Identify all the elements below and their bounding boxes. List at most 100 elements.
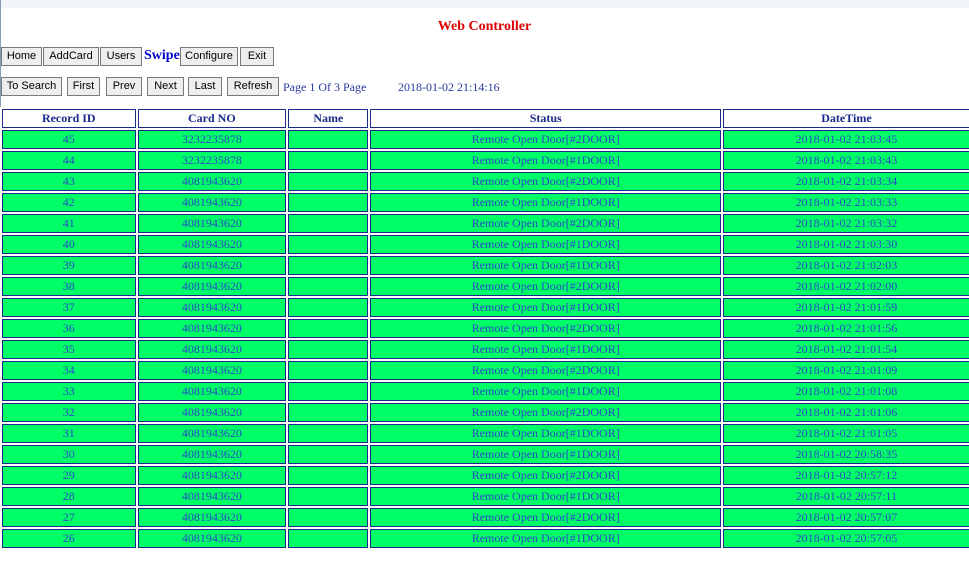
status-cell: Remote Open Door[#2DOOR] [370,319,721,338]
datetime-cell: 2018-01-02 21:03:30 [722,235,969,254]
refresh-button[interactable]: Refresh [227,77,279,96]
name-cell [288,214,369,233]
table-row: 38 4081943620 Remote Open Door[#2DOOR] 2018… [2,277,969,296]
table-row: 43 4081943620 Remote Open Door[#2DOOR] 2018… [2,172,969,191]
status-cell: Remote Open Door[#1DOOR] [370,424,721,443]
status-cell: Remote Open Door[#2DOOR] [370,214,721,233]
table-row: 41 4081943620 Remote Open Door[#2DOOR] 2018… [2,214,969,233]
card-no-cell: 4081943620 [137,193,287,212]
datetime-cell: 2018-01-02 21:01:54 [722,340,969,359]
name-cell [288,277,369,296]
name-cell [288,256,369,275]
next-page-button[interactable]: Next [147,77,184,96]
record-id-cell: 44 [2,151,136,170]
name-cell [288,151,369,170]
table-row: 44 3232235878 Remote Open Door[#1DOOR] 2018… [2,151,969,170]
home-button[interactable]: Home [1,47,42,66]
card-no-cell: 4081943620 [137,277,287,296]
card-no-cell: 4081943620 [137,382,287,401]
table-row: 31 4081943620 Remote Open Door[#1DOOR] 2018… [2,424,969,443]
status-cell: Remote Open Door[#2DOOR] [370,172,721,191]
table-row: 27 4081943620 Remote Open Door[#2DOOR] 2018… [2,508,969,527]
record-id-cell: 33 [2,382,136,401]
record-id-cell: 34 [2,361,136,380]
table-row: 29 4081943620 Remote Open Door[#2DOOR] 2018… [2,466,969,485]
table-row: 42 4081943620 Remote Open Door[#1DOOR] 2018… [2,193,969,212]
top-strip [0,0,969,8]
status-cell: Remote Open Door[#2DOOR] [370,361,721,380]
card-no-cell: 4081943620 [137,214,287,233]
card-no-cell: 4081943620 [137,256,287,275]
table-row: 32 4081943620 Remote Open Door[#2DOOR] 2018… [2,403,969,422]
record-id-cell: 37 [2,298,136,317]
card-no-cell: 4081943620 [137,340,287,359]
users-button[interactable]: Users [100,47,142,66]
current-page-swipe: Swipe [144,48,180,63]
status-cell: Remote Open Door[#2DOOR] [370,508,721,527]
record-id-cell: 27 [2,508,136,527]
status-cell: Remote Open Door[#1DOOR] [370,340,721,359]
to-search-button[interactable]: To Search [1,77,62,96]
name-cell [288,193,369,212]
card-no-cell: 3232235878 [137,130,287,149]
table-header-row: Record ID Card NO Name Status DateTime [2,109,969,128]
table-row: 39 4081943620 Remote Open Door[#1DOOR] 2018… [2,256,969,275]
record-id-cell: 38 [2,277,136,296]
name-cell [288,361,369,380]
record-id-cell: 40 [2,235,136,254]
exit-button[interactable]: Exit [240,47,274,66]
status-cell: Remote Open Door[#2DOOR] [370,277,721,296]
datetime-cell: 2018-01-02 21:01:56 [722,319,969,338]
record-id-cell: 41 [2,214,136,233]
configure-button[interactable]: Configure [180,47,238,66]
first-page-button[interactable]: First [67,77,100,96]
record-id-cell: 28 [2,487,136,506]
record-id-cell: 32 [2,403,136,422]
name-cell [288,382,369,401]
column-header-datetime: DateTime [722,109,969,128]
name-cell [288,340,369,359]
datetime-cell: 2018-01-02 21:02:03 [722,256,969,275]
status-cell: Remote Open Door[#1DOOR] [370,151,721,170]
last-page-button[interactable]: Last [188,77,222,96]
record-id-cell: 43 [2,172,136,191]
datetime-cell: 2018-01-02 21:03:45 [722,130,969,149]
datetime-cell: 2018-01-02 21:02:00 [722,277,969,296]
record-id-cell: 26 [2,529,136,548]
status-cell: Remote Open Door[#1DOOR] [370,298,721,317]
name-cell [288,445,369,464]
page: Web Controller Home AddCard Users Swipe … [0,0,969,562]
datetime-cell: 2018-01-02 21:03:43 [722,151,969,170]
card-no-cell: 4081943620 [137,403,287,422]
status-cell: Remote Open Door[#1DOOR] [370,382,721,401]
addcard-button[interactable]: AddCard [43,47,99,66]
name-cell [288,130,369,149]
datetime-cell: 2018-01-02 20:57:11 [722,487,969,506]
table-row: 40 4081943620 Remote Open Door[#1DOOR] 2018… [2,235,969,254]
prev-page-button[interactable]: Prev [106,77,142,96]
table-row: 33 4081943620 Remote Open Door[#1DOOR] 2018… [2,382,969,401]
page-title: Web Controller [437,19,532,34]
datetime-cell: 2018-01-02 21:01:08 [722,382,969,401]
name-cell [288,529,369,548]
card-no-cell: 4081943620 [137,235,287,254]
record-id-cell: 31 [2,424,136,443]
name-cell [288,235,369,254]
datetime-cell: 2018-01-02 21:03:33 [722,193,969,212]
datetime-cell: 2018-01-02 20:57:05 [722,529,969,548]
table-row: 30 4081943620 Remote Open Door[#1DOOR] 2018… [2,445,969,464]
table-row: 28 4081943620 Remote Open Door[#1DOOR] 2018… [2,487,969,506]
name-cell [288,487,369,506]
status-cell: Remote Open Door[#2DOOR] [370,403,721,422]
datetime-cell: 2018-01-02 20:57:12 [722,466,969,485]
table-row: 37 4081943620 Remote Open Door[#1DOOR] 2018… [2,298,969,317]
card-no-cell: 3232235878 [137,151,287,170]
card-no-cell: 4081943620 [137,529,287,548]
name-cell [288,466,369,485]
status-cell: Remote Open Door[#1DOOR] [370,193,721,212]
name-cell [288,508,369,527]
card-no-cell: 4081943620 [137,445,287,464]
column-header-card-no: Card NO [137,109,287,128]
status-cell: Remote Open Door[#1DOOR] [370,235,721,254]
name-cell [288,298,369,317]
